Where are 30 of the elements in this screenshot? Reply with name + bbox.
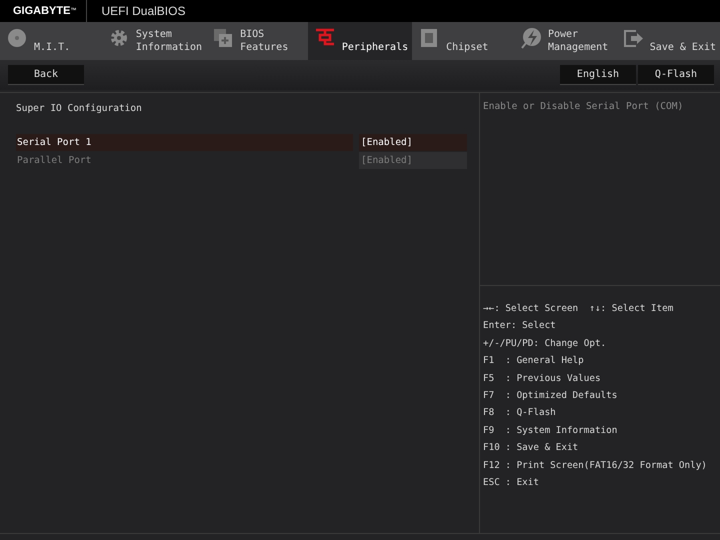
key-help-line: F12 : Print Screen(FAT16/32 Format Only) [483, 458, 708, 472]
nav-tab[interactable]: Peripherals [308, 22, 412, 60]
setting-label[interactable]: Serial Port 1 [16, 134, 353, 151]
setting-value[interactable]: [Enabled] [359, 134, 467, 151]
key-help-line: Enter: Select [483, 319, 557, 332]
bolt-icon [520, 27, 542, 49]
help-description: Enable or Disable Serial Port (COM) [480, 93, 720, 286]
toolbar-button[interactable]: Back [8, 65, 84, 85]
key-help-line: ESC : Exit [483, 476, 540, 489]
nav-tab[interactable]: Save & Exit [616, 22, 720, 60]
key-help-line: F9 : System Information [483, 424, 618, 437]
key-help-line: +/-/PU/PD: Change Opt. [483, 336, 608, 350]
nav-tab[interactable]: BIOS Features [206, 22, 308, 60]
toolbar-button[interactable]: Q-Flash [638, 65, 714, 85]
product-name: UEFI DualBIOS [100, 4, 186, 18]
exit-icon [622, 27, 644, 49]
key-help-line: F1 : General Help [483, 354, 585, 368]
key-help-line: F10 : Save & Exit [483, 441, 580, 454]
nav-tab[interactable]: System Information [102, 22, 206, 60]
page-title: Super IO Configuration [16, 103, 143, 114]
key-help-line: F5 : Previous Values [483, 372, 602, 385]
nav-tab[interactable]: Power Management [514, 22, 616, 60]
stack-icon [212, 27, 234, 49]
key-help-line: →←: Select Screen ↑↓: Select Item [483, 302, 674, 315]
nav-tab[interactable]: Chipset [412, 22, 514, 60]
key-help-line: F8 : Q-Flash [483, 406, 557, 420]
key-help-line: F7 : Optimized Defaults [483, 388, 618, 402]
toolbar-button[interactable]: English [560, 65, 636, 85]
nav-tab[interactable]: M.I.T. [0, 22, 102, 60]
disc-icon [6, 27, 28, 49]
